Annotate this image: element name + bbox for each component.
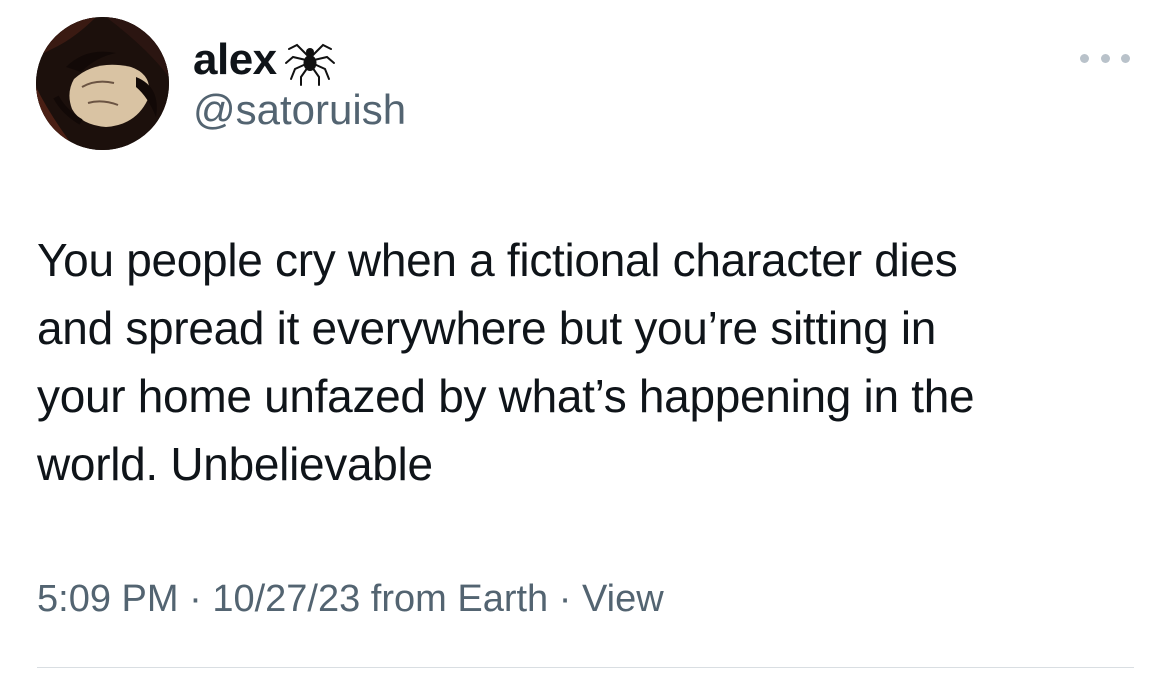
tweet-source: from Earth	[370, 578, 549, 620]
tweet-metadata: 5:09 PM · 10/27/23 from Earth · View	[37, 578, 664, 621]
view-link[interactable]: View	[582, 578, 664, 620]
avatar[interactable]	[36, 17, 169, 150]
more-dots-icon	[1100, 53, 1110, 63]
more-options-button[interactable]	[1080, 46, 1130, 70]
meta-separator: ·	[558, 578, 572, 620]
tweet-text-line: your home unfazed by what’s happening in…	[37, 370, 975, 422]
user-handle[interactable]: @satoruish	[193, 86, 406, 134]
tweet-text: You people cry when a fictional characte…	[37, 226, 1127, 498]
more-dots-icon	[1080, 53, 1089, 63]
author-name-row: alex	[193, 30, 337, 90]
tweet-text-line: and spread it everywhere but you’re sitt…	[37, 302, 937, 354]
meta-separator: ·	[189, 578, 202, 620]
divider	[37, 667, 1134, 668]
avatar-image	[36, 17, 169, 150]
display-name[interactable]: alex	[193, 35, 277, 85]
spider-icon	[283, 33, 337, 87]
tweet-time[interactable]: 5:09 PM	[37, 578, 179, 620]
tweet-date[interactable]: 10/27/23	[212, 578, 360, 620]
more-dots-icon	[1121, 53, 1130, 63]
tweet-text-line: You people cry when a fictional characte…	[37, 234, 958, 286]
tweet-text-line: world. Unbelievable	[37, 438, 433, 490]
